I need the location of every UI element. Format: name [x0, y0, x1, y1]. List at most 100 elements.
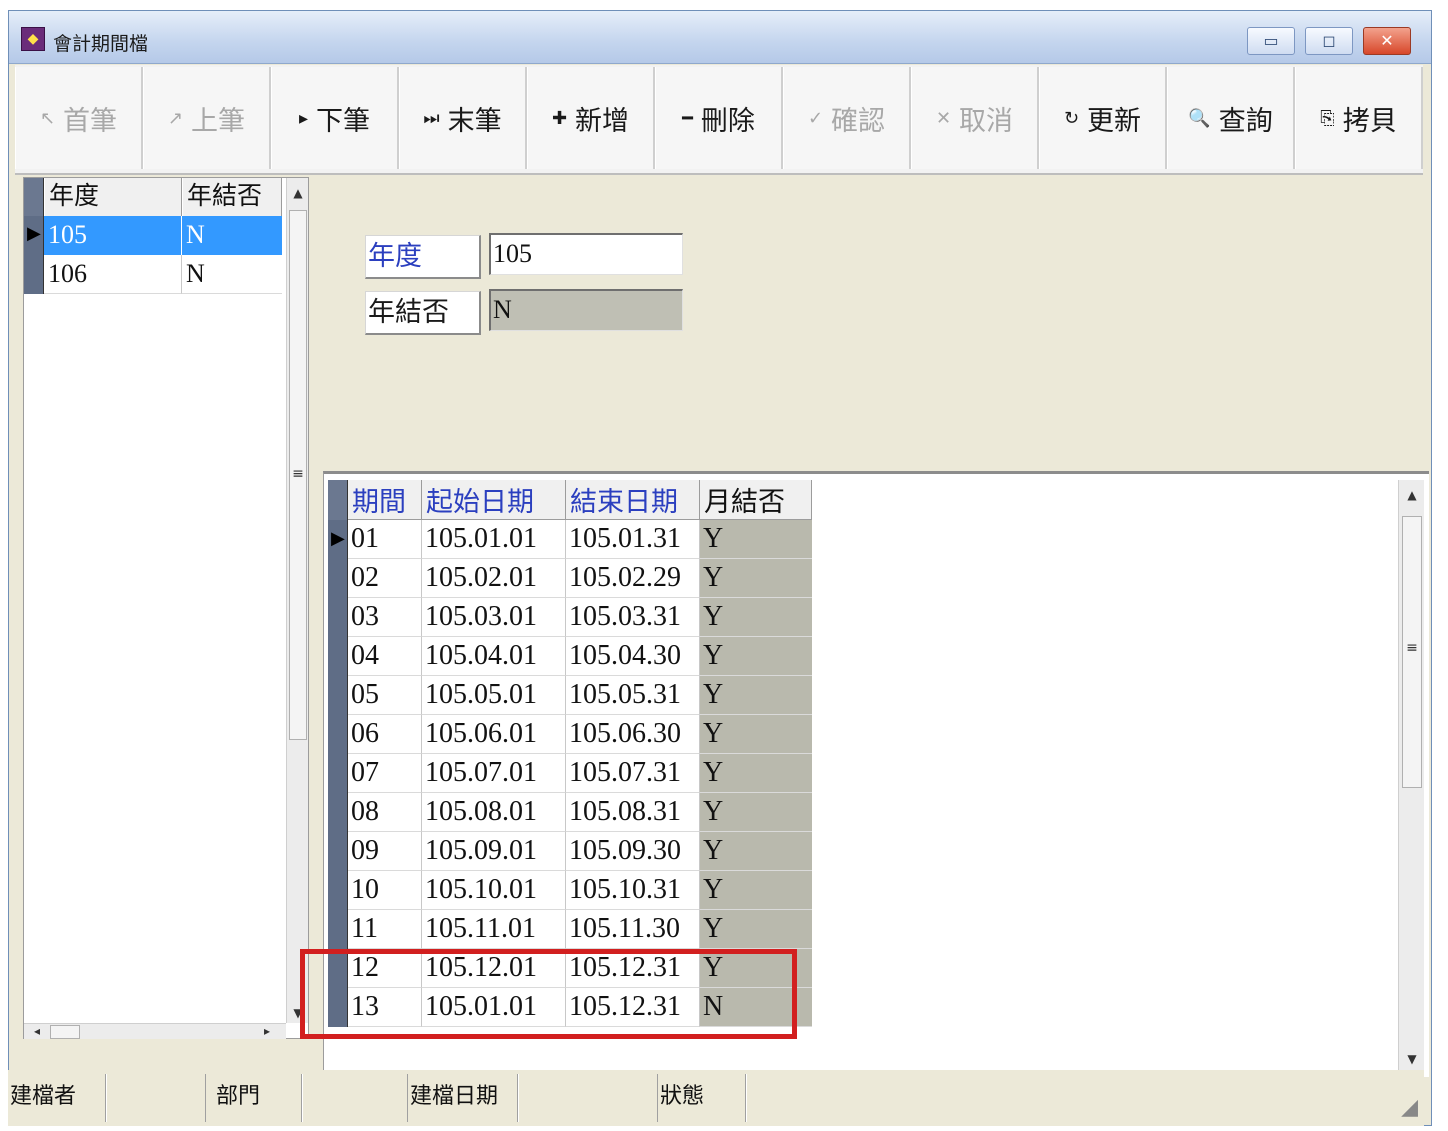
start-date-cell[interactable]: 105.06.01 — [422, 715, 566, 754]
end-date-cell[interactable]: 105.05.31 — [566, 676, 700, 715]
end-date-cell[interactable]: 105.04.30 — [566, 637, 700, 676]
month-closed-cell[interactable]: Y — [700, 871, 812, 910]
period-cell[interactable]: 01 — [348, 520, 422, 559]
toolbar-button-first-record[interactable]: ↖ 首筆 — [15, 67, 143, 169]
month-closed-cell[interactable]: Y — [700, 793, 812, 832]
row-indicator[interactable] — [24, 255, 44, 294]
period-cell[interactable]: 11 — [348, 910, 422, 949]
row-indicator[interactable] — [328, 715, 348, 754]
end-date-cell[interactable]: 105.10.31 — [566, 871, 700, 910]
end-date-cell[interactable]: 105.06.30 — [566, 715, 700, 754]
created-date-field — [518, 1074, 658, 1122]
end-date-cell[interactable]: 105.03.31 — [566, 598, 700, 637]
col-header-period[interactable]: 期間 — [348, 480, 422, 520]
month-closed-cell[interactable]: Y — [700, 832, 812, 871]
year-closed-cell[interactable]: N — [182, 255, 282, 294]
scroll-left-icon[interactable]: ◂ — [30, 1024, 44, 1038]
year-field[interactable]: 105 — [489, 233, 683, 275]
period-cell[interactable]: 07 — [348, 754, 422, 793]
hscroll-thumb[interactable] — [50, 1025, 80, 1039]
row-indicator[interactable] — [328, 637, 348, 676]
end-date-cell[interactable]: 105.02.29 — [566, 559, 700, 598]
toolbar-button-confirm[interactable]: ✓ 確認 — [783, 67, 911, 169]
period-cell[interactable]: 08 — [348, 793, 422, 832]
start-date-cell[interactable]: 105.04.01 — [422, 637, 566, 676]
period-cell[interactable]: 03 — [348, 598, 422, 637]
end-date-cell[interactable]: 105.07.31 — [566, 754, 700, 793]
row-indicator[interactable]: ▶ — [328, 520, 348, 559]
col-header-year-closed[interactable]: 年結否 — [182, 178, 282, 216]
start-date-cell[interactable]: 105.10.01 — [422, 871, 566, 910]
start-date-cell[interactable]: 105.07.01 — [422, 754, 566, 793]
scroll-up-icon[interactable]: ▲ — [1399, 488, 1425, 502]
month-closed-cell[interactable]: Y — [700, 754, 812, 793]
start-date-cell[interactable]: 105.01.01 — [422, 520, 566, 559]
period-cell[interactable]: 05 — [348, 676, 422, 715]
toolbar-button-refresh[interactable]: ↻ 更新 — [1039, 67, 1167, 169]
end-date-cell[interactable]: 105.01.31 — [566, 520, 700, 559]
toolbar-button-prev-record[interactable]: ↗ 上筆 — [143, 67, 271, 169]
start-date-cell[interactable]: 105.03.01 — [422, 598, 566, 637]
row-indicator[interactable] — [328, 754, 348, 793]
period-cell[interactable]: 09 — [348, 832, 422, 871]
year-closed-cell[interactable]: N — [182, 216, 282, 255]
end-date-cell[interactable]: 105.09.30 — [566, 832, 700, 871]
toolbar-button-cancel[interactable]: ✕ 取消 — [911, 67, 1039, 169]
start-date-cell[interactable]: 105.09.01 — [422, 832, 566, 871]
month-closed-cell[interactable]: Y — [700, 637, 812, 676]
col-header-year[interactable]: 年度 — [44, 178, 182, 216]
start-date-cell[interactable]: 105.08.01 — [422, 793, 566, 832]
col-header-start-date[interactable]: 起始日期 — [422, 480, 566, 520]
scroll-up-icon[interactable]: ▲ — [287, 186, 309, 200]
row-indicator[interactable] — [328, 871, 348, 910]
toolbar-button-copy[interactable]: ⎘ 拷貝 — [1295, 67, 1423, 169]
scroll-down-icon[interactable]: ▼ — [1399, 1052, 1425, 1066]
toolbar-button-last-record[interactable]: ⏭ 末筆 — [399, 67, 527, 169]
year-cell[interactable]: 105 — [44, 216, 182, 255]
row-indicator[interactable] — [328, 676, 348, 715]
minimize-button[interactable]: ▭ — [1247, 27, 1295, 55]
dept-field — [302, 1074, 408, 1122]
created-date-label: 建檔日期 — [408, 1074, 518, 1122]
app-icon[interactable]: ◆ — [21, 27, 45, 51]
month-closed-cell[interactable]: Y — [700, 559, 812, 598]
col-header-end-date[interactable]: 結束日期 — [566, 480, 700, 520]
row-indicator[interactable] — [328, 598, 348, 637]
year-grid-vscroll[interactable]: ▲ ≡ ▼ — [286, 178, 308, 1023]
maximize-button[interactable]: ◻ — [1305, 27, 1353, 55]
year-grid[interactable]: 年度 年結否 ▶ 105 N 106 N ▲ ≡ ▼ ◂ ▸ — [23, 177, 309, 1039]
row-indicator[interactable]: ▶ — [24, 216, 44, 255]
period-cell[interactable]: 02 — [348, 559, 422, 598]
resize-grip-icon[interactable]: ◢ — [1401, 1095, 1418, 1120]
month-closed-cell[interactable]: Y — [700, 520, 812, 559]
period-cell[interactable]: 10 — [348, 871, 422, 910]
dept-label: 部門 — [206, 1074, 302, 1122]
month-closed-cell[interactable]: Y — [700, 676, 812, 715]
toolbar-button-delete[interactable]: ━ 刪除 — [655, 67, 783, 169]
month-closed-cell[interactable]: Y — [700, 715, 812, 754]
end-date-cell[interactable]: 105.11.30 — [566, 910, 700, 949]
month-closed-cell[interactable]: Y — [700, 598, 812, 637]
year-grid-hscroll[interactable]: ◂ ▸ — [24, 1023, 286, 1039]
status-bar: 建檔者 部門 建檔日期 狀態 ◢ — [8, 1070, 1424, 1126]
grip-icon: ≡ — [1406, 640, 1418, 656]
close-button[interactable]: ✕ — [1363, 27, 1411, 55]
row-indicator[interactable] — [328, 793, 348, 832]
scroll-right-icon[interactable]: ▸ — [260, 1024, 274, 1038]
col-header-month-closed[interactable]: 月結否 — [700, 480, 812, 520]
row-indicator[interactable] — [328, 910, 348, 949]
start-date-cell[interactable]: 105.05.01 — [422, 676, 566, 715]
toolbar-button-search[interactable]: 🔍 查詢 — [1167, 67, 1295, 169]
year-cell[interactable]: 106 — [44, 255, 182, 294]
period-grid-vscroll[interactable]: ▲ ≡ ▼ — [1398, 480, 1424, 1072]
toolbar-button-next-record[interactable]: ▸ 下筆 — [271, 67, 399, 169]
toolbar-button-add[interactable]: ✚ 新增 — [527, 67, 655, 169]
row-indicator[interactable] — [328, 559, 348, 598]
row-indicator[interactable] — [328, 832, 348, 871]
end-date-cell[interactable]: 105.08.31 — [566, 793, 700, 832]
start-date-cell[interactable]: 105.11.01 — [422, 910, 566, 949]
start-date-cell[interactable]: 105.02.01 — [422, 559, 566, 598]
period-cell[interactable]: 06 — [348, 715, 422, 754]
month-closed-cell[interactable]: Y — [700, 910, 812, 949]
period-cell[interactable]: 04 — [348, 637, 422, 676]
